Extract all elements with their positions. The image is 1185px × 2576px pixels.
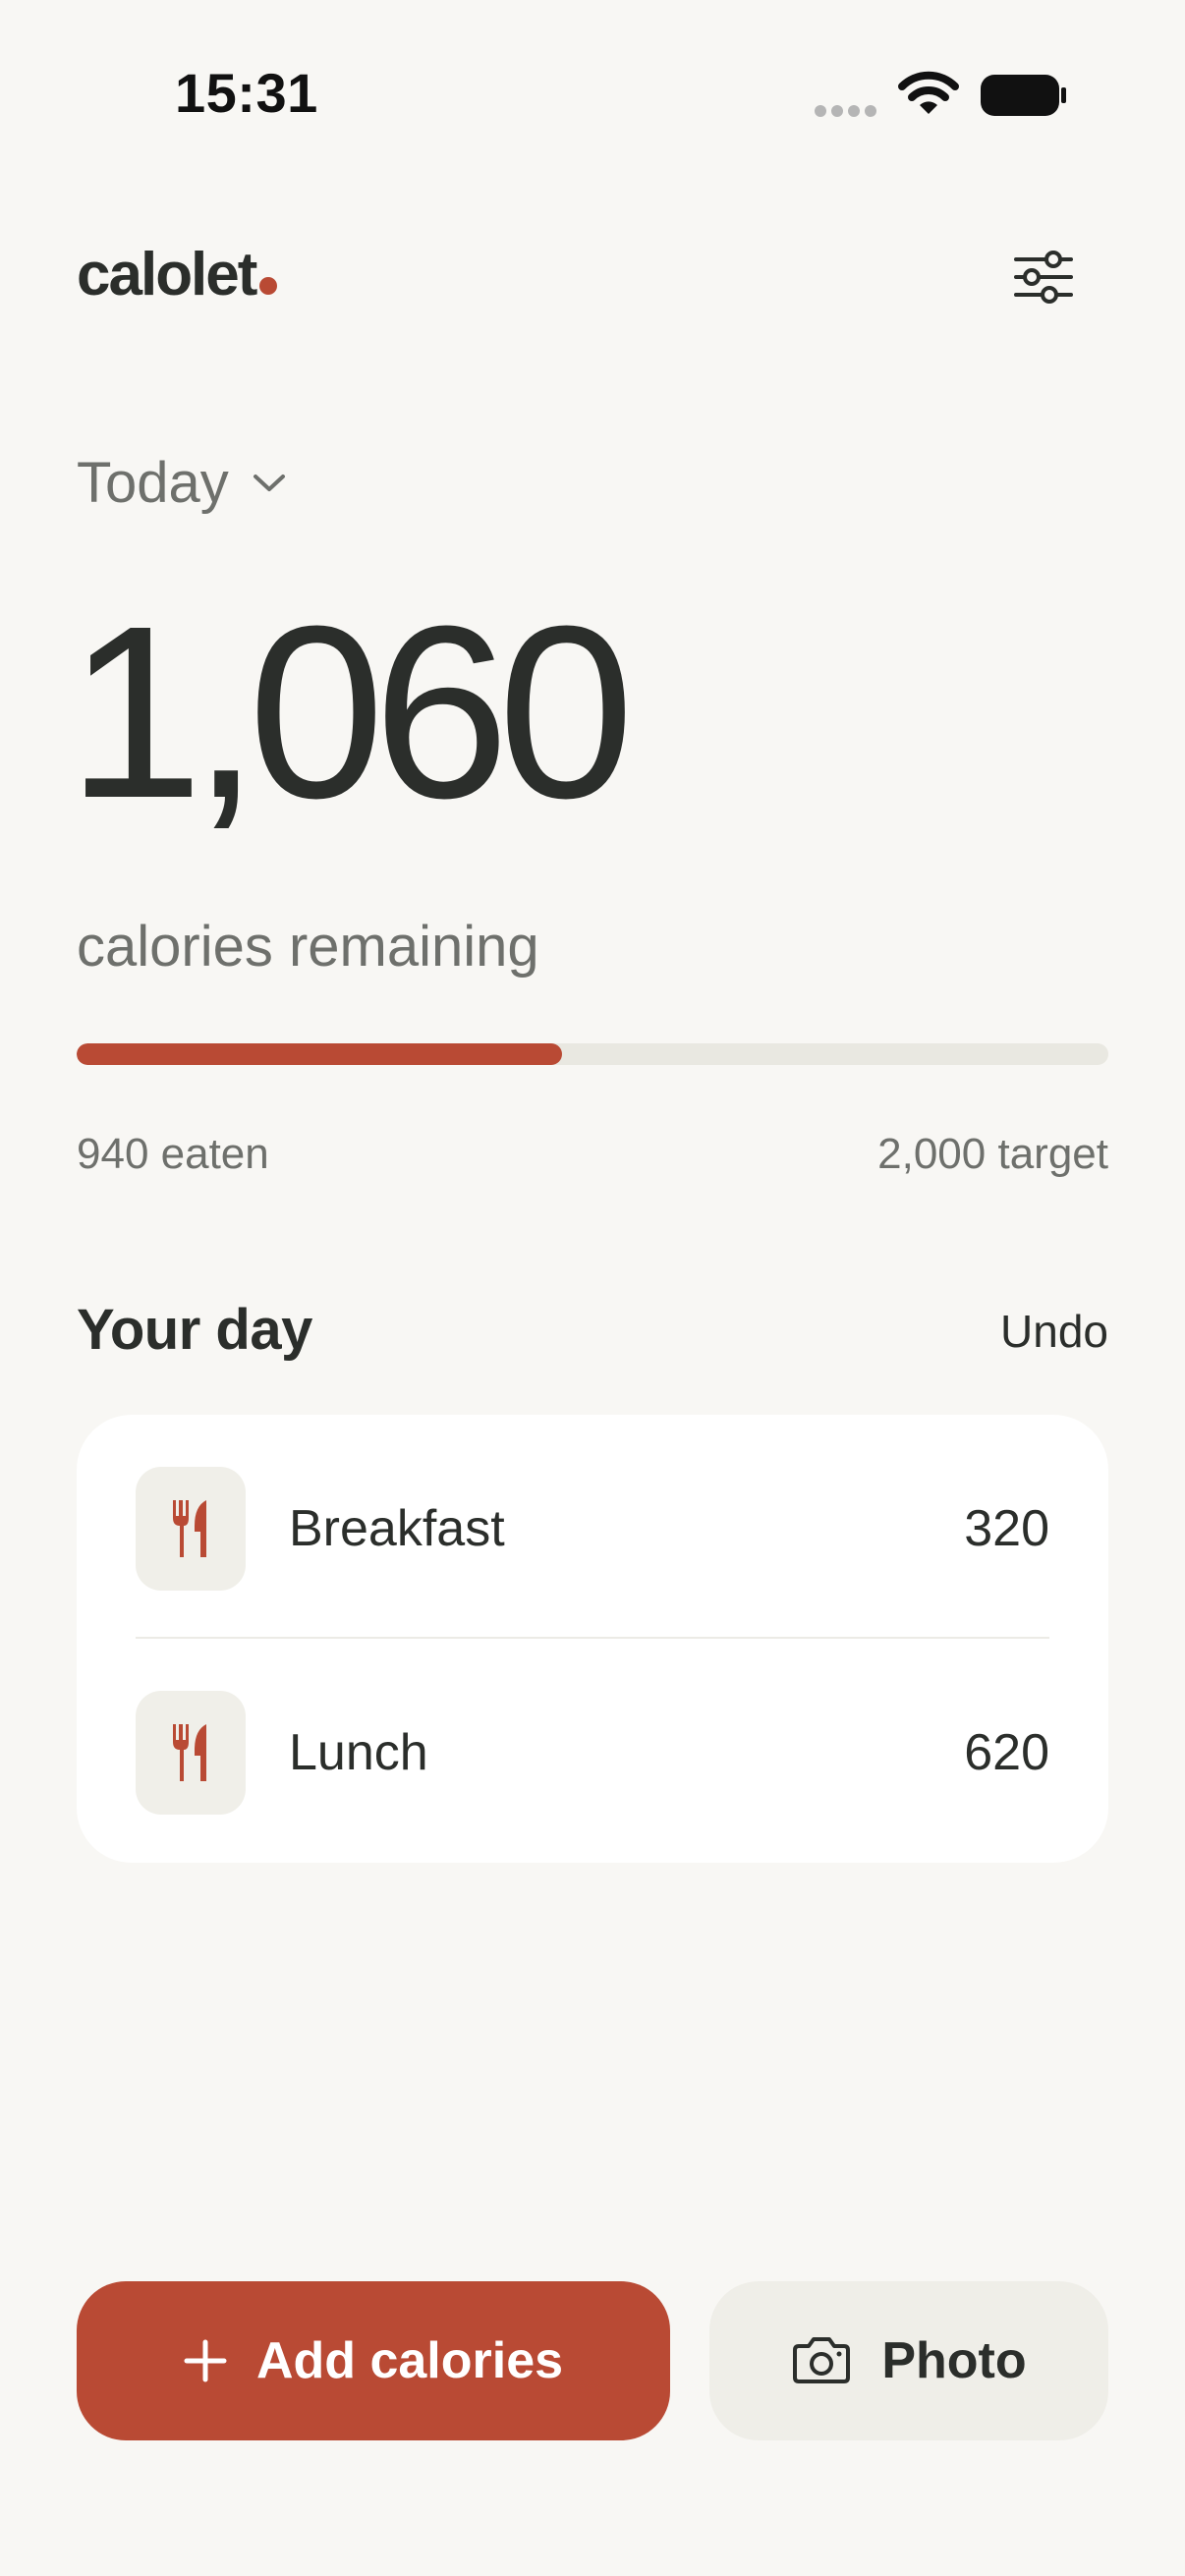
photo-label: Photo <box>881 2332 1027 2389</box>
wifi-icon <box>898 71 959 114</box>
meals-card: Breakfast 320 Lunch 620 <box>77 1415 1108 1863</box>
date-label: Today <box>77 451 229 515</box>
meal-name: Breakfast <box>289 1500 505 1557</box>
add-calories-label: Add calories <box>255 2332 564 2389</box>
eaten-label: 940 eaten <box>77 1130 269 1178</box>
logo-dot <box>259 277 278 295</box>
app-logo: calolet <box>77 240 278 309</box>
photo-button[interactable]: Photo <box>709 2281 1108 2440</box>
target-label: 2,000 target <box>877 1130 1108 1178</box>
meal-calories: 320 <box>964 1500 1049 1557</box>
calories-remaining-label: calories remaining <box>77 915 539 979</box>
sliders-icon[interactable] <box>1012 250 1075 305</box>
plus-icon <box>184 2339 227 2382</box>
fork-knife-icon <box>136 1691 246 1815</box>
fork-knife-icon <box>136 1467 246 1591</box>
chevron-down-icon <box>253 474 285 491</box>
add-calories-button[interactable]: Add calories <box>77 2281 670 2440</box>
your-day-title: Your day <box>77 1298 312 1362</box>
meal-row-lunch[interactable]: Lunch 620 <box>136 1690 1049 1816</box>
calorie-progress-bar <box>77 1043 1108 1065</box>
meal-row-breakfast[interactable]: Breakfast 320 <box>136 1466 1049 1592</box>
logo-text: calolet <box>77 241 257 308</box>
battery-icon <box>981 75 1066 116</box>
status-time: 15:31 <box>175 62 318 124</box>
meal-divider <box>136 1637 1049 1639</box>
undo-button[interactable]: Undo <box>1000 1305 1108 1358</box>
date-selector[interactable]: Today <box>77 450 286 516</box>
camera-icon <box>793 2337 851 2383</box>
signal-dots-icon <box>815 105 876 117</box>
meal-name: Lunch <box>289 1724 428 1781</box>
calorie-progress-fill <box>77 1043 562 1065</box>
calories-remaining-value: 1,060 <box>67 575 635 849</box>
meal-calories: 620 <box>964 1724 1049 1781</box>
